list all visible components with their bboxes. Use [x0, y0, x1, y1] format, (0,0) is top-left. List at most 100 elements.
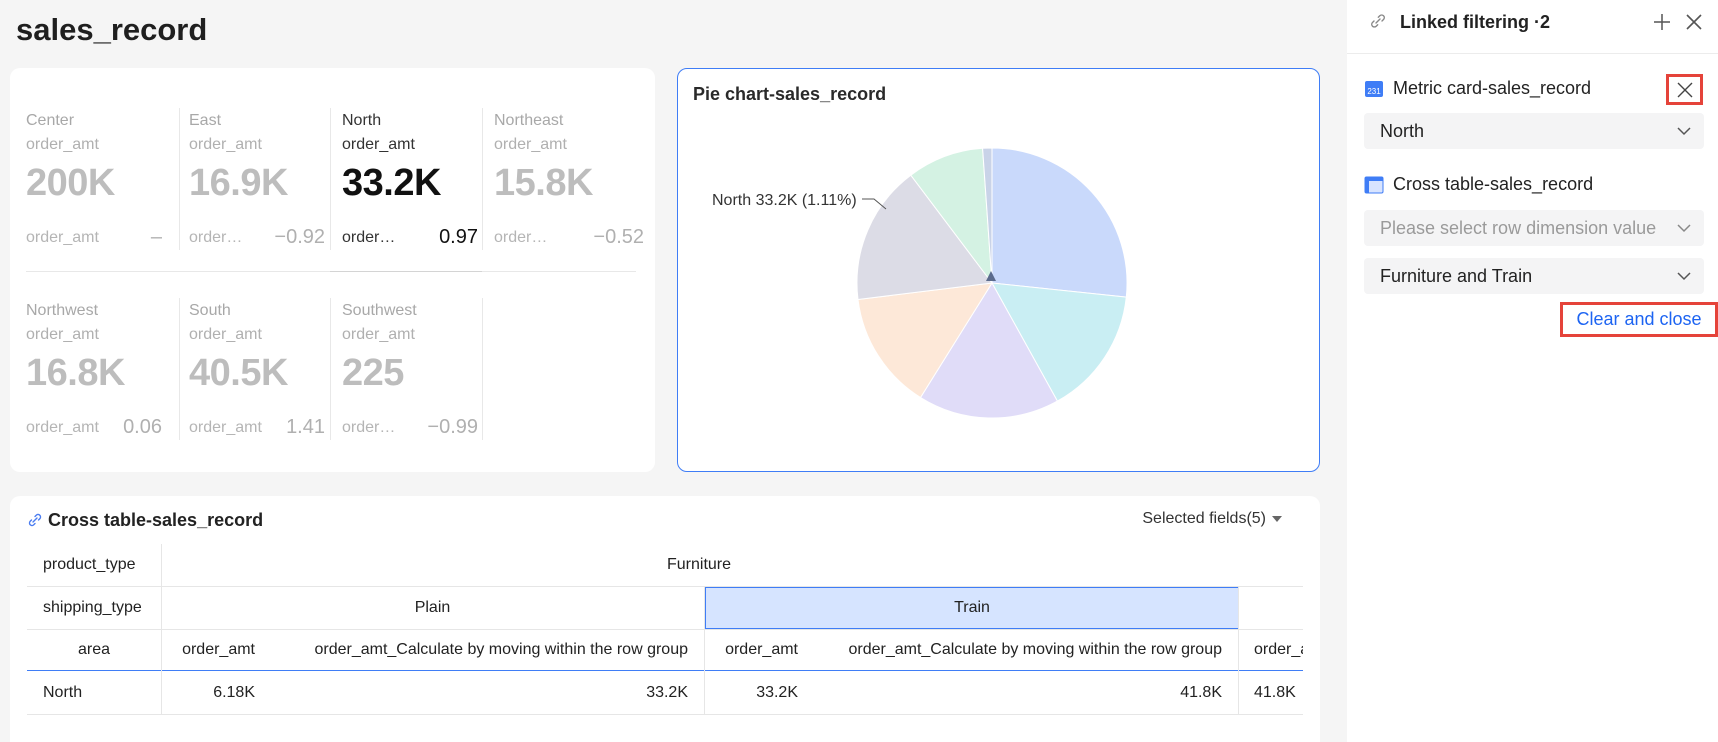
chevron-down-icon: [1677, 127, 1691, 136]
metric-cell-east[interactable]: East order_amt 16.9K order_amt −0.92: [189, 108, 339, 270]
selected-fields-dropdown[interactable]: Selected fields(5): [1142, 510, 1282, 528]
divider: [330, 108, 331, 250]
collapse-icon[interactable]: [1652, 12, 1672, 32]
remove-filter-button[interactable]: [1666, 74, 1703, 105]
table-cell: 41.8K: [1180, 683, 1222, 701]
measure-header: order_amt: [182, 640, 255, 658]
svg-text:231: 231: [1367, 87, 1381, 96]
cross-table-grid: product_type shipping_type area Furnitur…: [27, 544, 1303, 742]
pie-slice[interactable]: [991, 147, 1128, 298]
cross-table-title: Cross table-sales_record: [48, 510, 264, 530]
pie-label: North 33.2K (1.11%): [712, 192, 857, 209]
metric-cell-northwest[interactable]: Northwest order_amt 16.8K order_amt 0.06: [26, 298, 176, 460]
metric-card-filter-select[interactable]: North: [1364, 113, 1704, 149]
metric-area: Northwest: [26, 302, 99, 319]
metric-sub-value: −0.92: [274, 226, 325, 248]
metric-value: 40.5K: [189, 352, 288, 394]
metric-cell-north[interactable]: North order_amt 33.2K order_amt 0.97: [342, 108, 492, 270]
metric-sub-label: order_amt: [342, 419, 402, 436]
selected-fields-label: Selected fields(5): [1142, 510, 1266, 527]
page-title: sales_record: [16, 12, 208, 47]
metric-sub-value: 0.97: [439, 226, 478, 248]
metric-name: order_amt: [26, 136, 99, 153]
metric-area: Center: [26, 112, 75, 129]
column-header-plain[interactable]: Plain: [161, 587, 704, 629]
metric-name: order_amt: [342, 136, 415, 153]
metric-sub-label: order_amt: [26, 419, 99, 436]
metric-cell-northeast[interactable]: Northeast order_amt 15.8K order_amt −0.5…: [494, 108, 644, 270]
metric-name: order_amt: [494, 136, 567, 153]
table-cell: 33.2K: [756, 683, 798, 701]
caret-down-icon: [1272, 516, 1282, 522]
header-area: area: [77, 640, 111, 658]
filter-group-title: Cross table-sales_record: [1393, 174, 1594, 194]
filter-group-title: Metric card-sales_record: [1393, 78, 1592, 98]
table-cell: 6.18K: [213, 683, 255, 701]
measure-header: order_amt: [725, 640, 798, 658]
table-cell: 33.2K: [646, 683, 688, 701]
chevron-down-icon: [1677, 224, 1691, 233]
metric-sub-value: 1.41: [286, 416, 325, 438]
cross-table-card: Cross table-sales_record Selected fields…: [10, 496, 1320, 742]
metric-name: order_amt: [26, 326, 99, 343]
header-shipping-type: shipping_type: [43, 599, 142, 616]
metric-cell-center[interactable]: Center order_amt 200K order_amt –: [26, 108, 176, 270]
chevron-down-icon: [1677, 272, 1691, 281]
metric-area: Northeast: [494, 112, 564, 129]
row-divider: [27, 714, 1303, 715]
metric-name: order_amt: [342, 326, 415, 343]
measure-header: order_amt_Calculate by moving within the…: [314, 640, 688, 658]
select-placeholder: Please select row dimension value: [1380, 217, 1657, 238]
metric-sub-label: order_amt: [189, 229, 249, 246]
row-label-area: North: [43, 683, 83, 701]
metric-area: South: [189, 302, 231, 319]
table-cell: 41.8K: [1254, 683, 1296, 701]
metric-sub-label: order_amt: [26, 229, 99, 246]
metric-value: 225: [342, 352, 404, 394]
metric-card-icon: 231: [1365, 81, 1383, 97]
measure-header: order_amt_Calculate by moving within the…: [848, 640, 1222, 658]
divider: [179, 108, 180, 250]
metric-value: 16.9K: [189, 162, 288, 204]
metric-sub-label: order_amt: [342, 229, 402, 246]
divider: [482, 298, 483, 440]
close-icon: [1677, 82, 1692, 97]
metric-area: Southwest: [342, 302, 417, 319]
metric-cell-south[interactable]: South order_amt 40.5K order_amt 1.41: [189, 298, 339, 460]
metric-card: Center order_amt 200K order_amt – East o…: [10, 68, 655, 472]
metric-area: North: [342, 112, 382, 129]
metric-value: 15.8K: [494, 162, 593, 204]
metric-sub-label: order_amt: [189, 419, 262, 436]
clear-and-close-button[interactable]: Clear and close: [1560, 302, 1718, 337]
metric-value: 200K: [26, 162, 115, 204]
metric-sub-value: 0.06: [123, 416, 162, 438]
metric-name: order_amt: [189, 326, 262, 343]
select-value: North: [1380, 120, 1425, 141]
column-header-train[interactable]: Train: [705, 587, 1239, 629]
row-dimension-select[interactable]: Please select row dimension value: [1364, 210, 1704, 246]
metric-sub-value: –: [150, 226, 162, 248]
header-product-type: product_type: [43, 556, 136, 573]
link-icon: [28, 513, 42, 527]
close-icon[interactable]: [1684, 12, 1704, 32]
divider: [179, 298, 180, 440]
pie-chart-card[interactable]: Pie chart-sales_record North 33.2K (1.11…: [677, 68, 1320, 472]
select-value: Furniture and Train: [1380, 265, 1533, 286]
metric-sub-value: −0.99: [427, 416, 478, 438]
column-dimension-select[interactable]: Furniture and Train: [1364, 258, 1704, 294]
column-header-product[interactable]: Furniture: [161, 544, 1237, 586]
metric-name: order_amt: [189, 136, 262, 153]
cross-table-icon: [1364, 176, 1384, 194]
divider: [482, 108, 483, 250]
pie-chart[interactable]: North 33.2K (1.11%): [678, 69, 1319, 471]
measure-header: order_amt: [1254, 640, 1303, 658]
panel-title: Linked filtering ·2: [1400, 12, 1551, 32]
metric-sub-label: order_amt: [494, 229, 554, 246]
metric-cell-southwest[interactable]: Southwest order_amt 225 order_amt −0.99: [342, 298, 492, 460]
active-indicator: [330, 271, 482, 272]
metric-area: East: [189, 112, 222, 129]
divider: [330, 298, 331, 440]
panel-header: Linked filtering ·2: [1347, 0, 1718, 54]
linked-filtering-panel: Linked filtering ·2 231 Metric card-sale…: [1347, 0, 1718, 742]
linked-filter-icon: [1371, 14, 1385, 28]
